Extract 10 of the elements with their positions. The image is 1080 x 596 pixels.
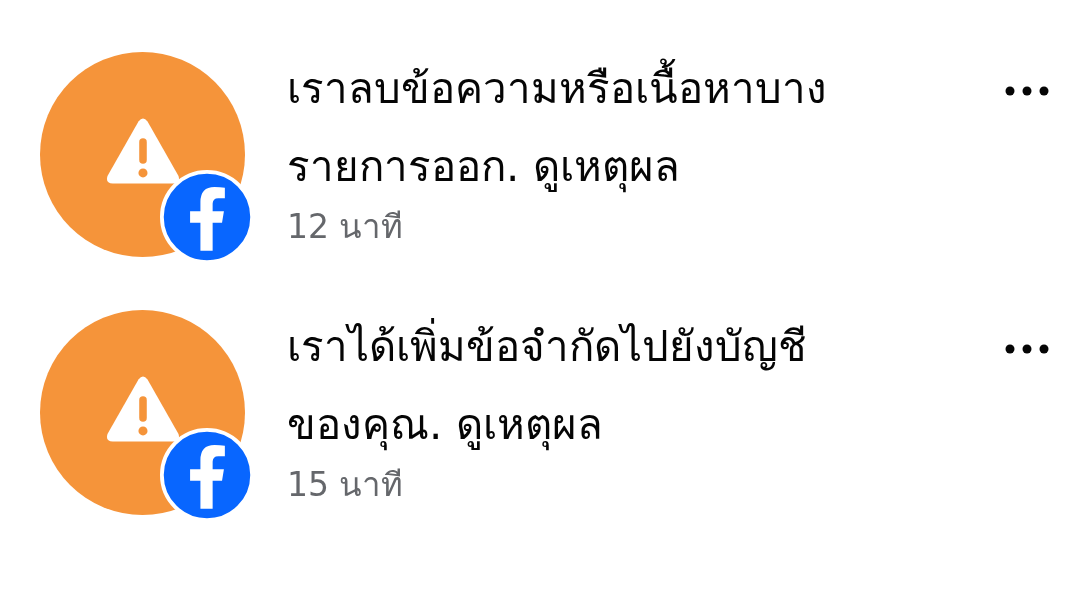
- warning-icon: [104, 116, 181, 185]
- more-icon[interactable]: [1005, 344, 1049, 354]
- badge-icon: [160, 428, 254, 522]
- notification-time: 12 นาที: [287, 206, 404, 248]
- notification-time: 15 นาที: [287, 464, 404, 506]
- badge-icon: [160, 170, 254, 264]
- notification-text[interactable]: เราลบข้อความหรือเนื้อหาบาง รายการออก. ดูเหตุผล: [287, 50, 827, 206]
- notification-text[interactable]: เราได้เพิ่มข้อจำกัดไปยังบัญชี ของคุณ. ดูเหตุผล: [287, 308, 807, 464]
- warning-icon: [104, 374, 181, 443]
- more-icon[interactable]: [1005, 86, 1049, 96]
